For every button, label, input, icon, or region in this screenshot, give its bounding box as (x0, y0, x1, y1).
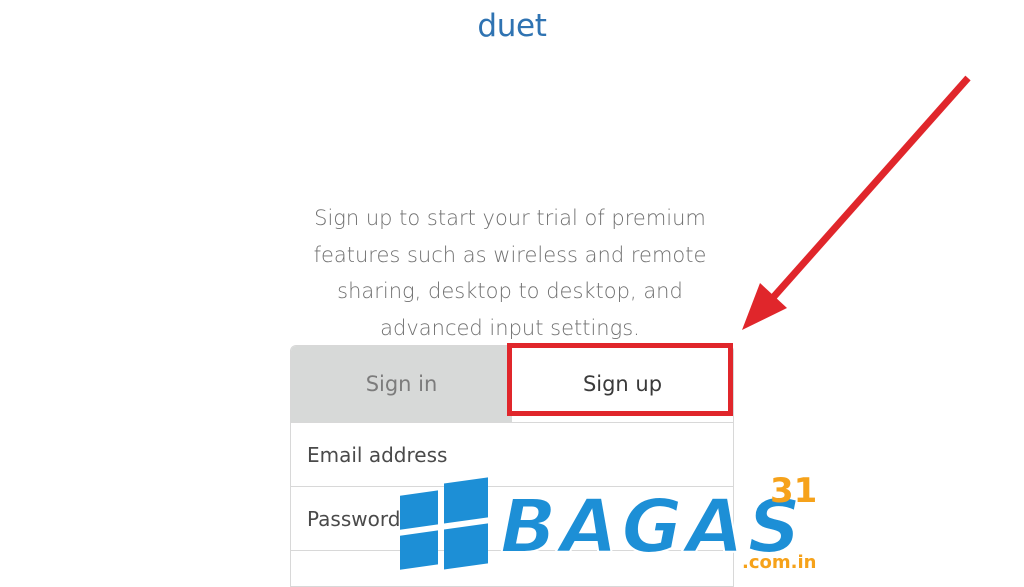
watermark-domain: .com.in (742, 552, 816, 573)
intro-line: Sign up to start your trial of premium (314, 206, 706, 230)
intro-line: features such as wireless and remote (313, 242, 707, 267)
email-field[interactable] (307, 442, 733, 467)
password-field-row (291, 486, 733, 550)
tab-sign-up[interactable]: Sign up (512, 346, 733, 422)
tab-sign-in-label: Sign in (365, 372, 438, 396)
auth-card: Sign in Sign up (290, 345, 734, 587)
password-field[interactable] (307, 506, 733, 531)
app-logo: duet (477, 8, 547, 44)
next-field-row (291, 550, 733, 586)
intro-line: sharing, desktop to desktop, and (337, 279, 683, 303)
tab-sign-up-label: Sign up (582, 372, 663, 396)
intro-text: Sign up to start your trial of premium f… (262, 200, 758, 346)
intro-line: advanced input settings. (380, 315, 640, 340)
tab-sign-in[interactable]: Sign in (291, 346, 512, 422)
watermark-number: 31 (770, 471, 817, 511)
email-field-row (291, 422, 733, 486)
auth-tabs: Sign in Sign up (291, 346, 733, 422)
